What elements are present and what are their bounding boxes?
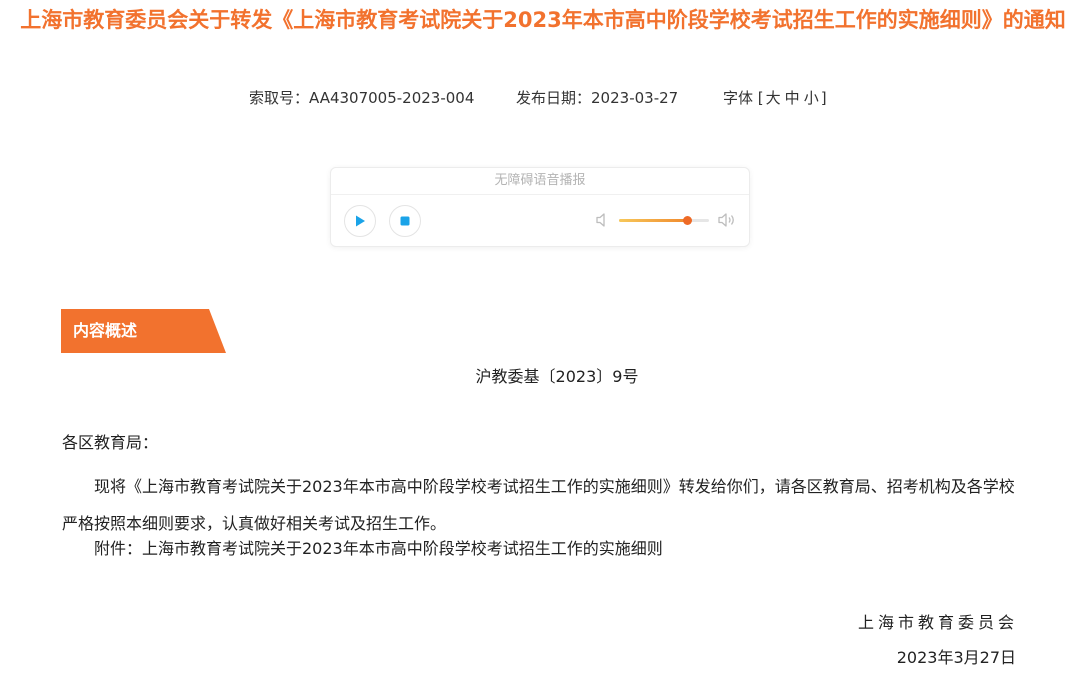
font-size-small[interactable]: 小: [804, 89, 819, 107]
font-bracket-open: [: [757, 89, 764, 107]
font-size-large[interactable]: 大: [766, 89, 781, 107]
issuer-signature: 上海市教育委员会: [857, 613, 1018, 632]
index-label: 索取号：: [249, 89, 310, 107]
issue-date: 2023年3月27日: [896, 648, 1016, 667]
body-paragraph: 现将《上海市教育考试院关于2023年本市高中阶段学校考试招生工作的实施细则》转发…: [62, 477, 1015, 533]
font-size-control: 字体 [大中小]: [723, 87, 827, 108]
publish-date: 发布日期：2023-03-27: [516, 87, 678, 108]
section-tab-label: 内容概述: [73, 321, 138, 340]
document-number: 沪教委基〔2023〕9号: [475, 367, 639, 386]
player-label: 无障碍语音播报: [331, 168, 749, 195]
date-label: 发布日期：: [516, 89, 592, 107]
font-size-label: 字体: [723, 89, 754, 107]
audio-player: 无障碍语音播报: [330, 167, 750, 247]
volume-slider-fill: [619, 219, 688, 222]
page-title: 上海市教育委员会关于转发《上海市教育考试院关于2023年本市高中阶段学校考试招生…: [20, 8, 1066, 32]
volume-low-icon[interactable]: [595, 212, 609, 228]
font-size-medium[interactable]: 中: [785, 89, 800, 107]
salutation: 各区教育局：: [62, 433, 159, 452]
stop-button[interactable]: [389, 205, 421, 237]
index-number: 索取号：AA4307005-2023-004: [249, 87, 474, 108]
volume-slider[interactable]: [619, 216, 709, 225]
stop-icon: [400, 216, 410, 226]
index-value: AA4307005-2023-004: [309, 89, 475, 107]
play-button[interactable]: [344, 205, 376, 237]
font-bracket-close: ]: [820, 89, 827, 107]
section-tab: 内容概述: [61, 309, 226, 353]
volume-slider-handle[interactable]: [683, 216, 693, 225]
meta-bar: 索取号：AA4307005-2023-004 发布日期：2023-03-27 字…: [0, 87, 1080, 109]
volume-high-icon[interactable]: [717, 212, 737, 228]
play-icon: [356, 215, 365, 227]
date-value: 2023-03-27: [591, 89, 679, 107]
attachment-line: 附件：上海市教育考试院关于2023年本市高中阶段学校考试招生工作的实施细则: [94, 539, 663, 558]
